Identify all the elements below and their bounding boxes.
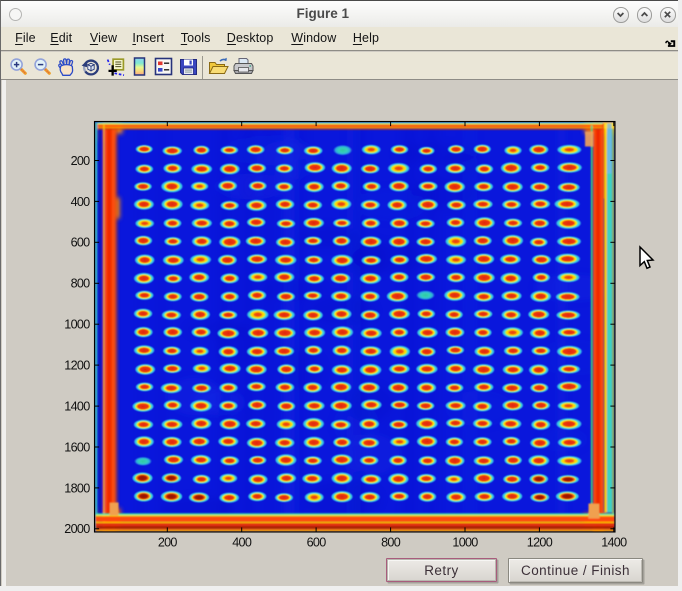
svg-text:200: 200 [71, 154, 91, 168]
svg-text:1000: 1000 [452, 536, 478, 550]
svg-text:1000: 1000 [64, 318, 90, 332]
svg-text:400: 400 [232, 536, 252, 550]
svg-text:800: 800 [381, 536, 401, 550]
svg-text:600: 600 [71, 236, 91, 250]
svg-text:1400: 1400 [64, 400, 90, 414]
svg-text:200: 200 [158, 536, 178, 550]
svg-text:800: 800 [71, 277, 91, 291]
svg-text:2000: 2000 [64, 522, 90, 536]
svg-text:1800: 1800 [64, 481, 90, 495]
svg-text:1400: 1400 [601, 536, 627, 550]
svg-text:1200: 1200 [527, 536, 553, 550]
svg-text:1200: 1200 [64, 359, 90, 373]
svg-text:600: 600 [307, 536, 327, 550]
svg-text:1600: 1600 [64, 440, 90, 454]
svg-text:400: 400 [71, 195, 91, 209]
